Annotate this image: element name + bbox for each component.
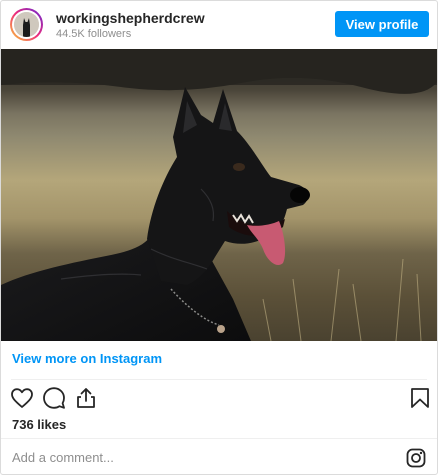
view-profile-button[interactable]: View profile: [335, 11, 429, 37]
comment-box: [1, 438, 437, 474]
dog-photo-illustration: [1, 49, 437, 341]
avatar[interactable]: [10, 8, 43, 41]
save-button[interactable]: [408, 386, 434, 412]
username[interactable]: workingshepherdcrew: [56, 10, 205, 26]
instagram-icon: [406, 448, 426, 468]
like-count[interactable]: 736 likes: [12, 417, 66, 432]
follower-count: 44.5K followers: [56, 28, 132, 40]
share-icon: [77, 388, 95, 408]
view-more-link[interactable]: View more on Instagram: [12, 351, 162, 366]
comment-input[interactable]: [12, 448, 392, 466]
bookmark-icon: [411, 388, 429, 408]
heart-icon: [11, 388, 33, 408]
comment-icon: [43, 387, 65, 409]
instagram-embed: workingshepherdcrew 44.5K followers View…: [0, 0, 438, 475]
instagram-logo-link[interactable]: [406, 448, 426, 468]
post-header: workingshepherdcrew 44.5K followers View…: [1, 1, 437, 49]
share-button[interactable]: [74, 386, 100, 412]
avatar-image: [14, 12, 39, 37]
comment-button[interactable]: [42, 386, 68, 412]
like-button[interactable]: [10, 386, 36, 412]
post-photo[interactable]: [1, 49, 437, 341]
divider: [11, 379, 427, 380]
